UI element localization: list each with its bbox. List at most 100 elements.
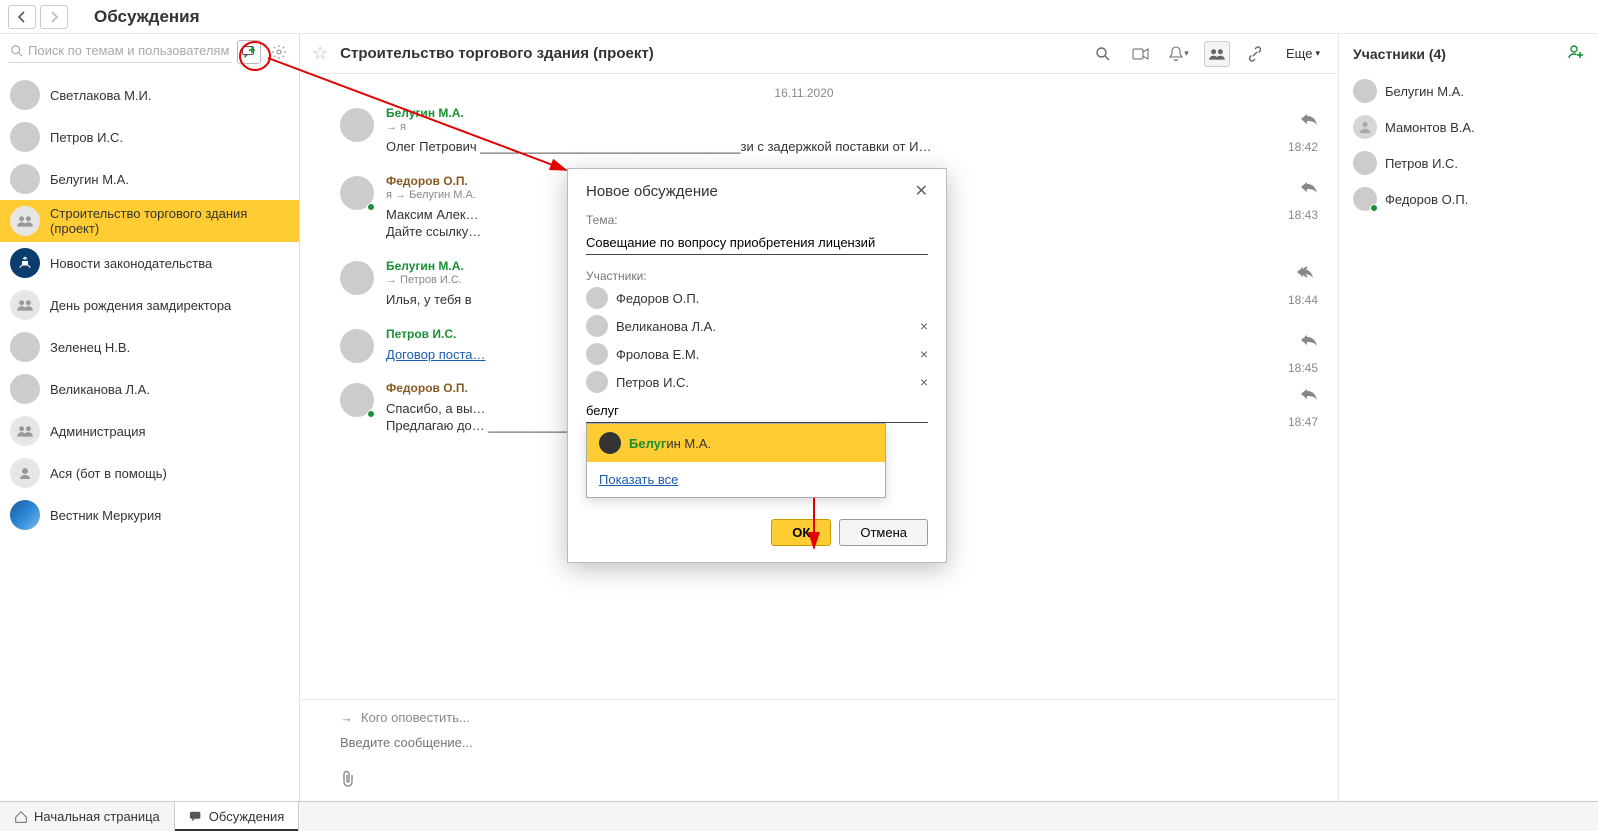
sidebar-item-label: Администрация [50, 424, 146, 439]
participant-label: Петров И.С. [1385, 156, 1458, 171]
sidebar-item-label: Вестник Меркурия [50, 508, 161, 523]
ok-button[interactable]: ОК [771, 519, 831, 546]
group-icon [10, 290, 40, 320]
reply-icon[interactable] [1300, 387, 1318, 404]
video-call-icon[interactable] [1128, 41, 1154, 67]
avatar [340, 176, 374, 210]
participant-label: Федоров О.П. [1385, 192, 1468, 207]
reply-icon[interactable] [1300, 180, 1318, 197]
sidebar-item-label: Новости законодательства [50, 256, 212, 271]
cancel-button[interactable]: Отмена [839, 519, 928, 546]
search-box[interactable] [8, 41, 231, 63]
topic-input[interactable] [586, 231, 928, 255]
sidebar-item-group[interactable]: Новости законодательства [0, 242, 299, 284]
participants-panel: Участники (4) Белугин М.А. Мамонтов В.А.… [1338, 34, 1598, 801]
participant-search-input[interactable] [586, 399, 928, 423]
avatar [10, 122, 40, 152]
settings-icon[interactable] [267, 40, 291, 64]
avatar [1353, 187, 1377, 211]
message-author: Белугин М.А. [386, 106, 1268, 120]
sidebar-item-globe[interactable]: Вестник Меркурия [0, 494, 299, 536]
show-all-link[interactable]: Показать все [587, 462, 885, 497]
sidebar-item-label: Белугин М.А. [50, 172, 129, 187]
sidebar-item-user[interactable]: Великанова Л.А. [0, 368, 299, 410]
compose-input[interactable] [340, 731, 1298, 770]
message-time: 18:47 [1288, 415, 1318, 429]
sidebar-item-label: Светлакова М.И. [50, 88, 152, 103]
avatar [1353, 151, 1377, 175]
participant-chip: Федоров О.П. [586, 287, 928, 309]
sidebar-item-group[interactable]: Администрация [0, 410, 299, 452]
tab-home[interactable]: Начальная страница [0, 802, 175, 831]
date-separator: 16.11.2020 [340, 74, 1268, 106]
sidebar-item-label: Ася (бот в помощь) [50, 466, 167, 481]
participant-label: Белугин М.А. [1385, 84, 1464, 99]
sidebar-item-user[interactable]: Зеленец Н.В. [0, 326, 299, 368]
participant-item[interactable]: Мамонтов В.А. [1353, 109, 1584, 145]
search-chat-icon[interactable] [1090, 41, 1116, 67]
highlight-prefix: Белуг [629, 436, 666, 451]
message-link[interactable]: Договор поста… [386, 347, 486, 362]
remove-chip-icon[interactable]: × [920, 374, 928, 390]
autocomplete-dropdown: Белугин М.А. Показать все [586, 423, 886, 498]
notify-placeholder: Кого оповестить... [361, 710, 470, 725]
participant-item[interactable]: Петров И.С. [1353, 145, 1584, 181]
sidebar-item-user[interactable]: Петров И.С. [0, 116, 299, 158]
bell-icon[interactable]: ▾ [1166, 41, 1192, 67]
remove-chip-icon[interactable]: × [920, 318, 928, 334]
participants-toggle-icon[interactable] [1204, 41, 1230, 67]
message-time: 18:42 [1288, 140, 1318, 154]
search-icon [10, 44, 24, 58]
sidebar-item-user[interactable]: Светлакова М.И. [0, 74, 299, 116]
avatar [10, 164, 40, 194]
participant-chip: Петров И.С. × [586, 371, 928, 393]
avatar-placeholder-icon [1353, 115, 1377, 139]
link-icon[interactable] [1242, 41, 1268, 67]
sidebar-item-group[interactable]: Строительство торгового здания (проект) [0, 200, 299, 242]
notify-row[interactable]: → Кого оповестить... [340, 710, 1298, 725]
sidebar-item-label: Петров И.С. [50, 130, 123, 145]
avatar [340, 383, 374, 417]
participant-item[interactable]: Белугин М.А. [1353, 73, 1584, 109]
add-participant-icon[interactable] [1568, 44, 1584, 63]
participant-item[interactable]: Федоров О.П. [1353, 181, 1584, 217]
avatar [10, 80, 40, 110]
sidebar-item-user[interactable]: Белугин М.А. [0, 158, 299, 200]
online-dot-icon [367, 203, 375, 211]
avatar [586, 287, 608, 309]
online-dot-icon [367, 410, 375, 418]
remove-chip-icon[interactable]: × [920, 346, 928, 362]
dropdown-item[interactable]: Белугин М.А. [587, 424, 885, 462]
search-input[interactable] [28, 43, 229, 58]
sidebar-item-group[interactable]: День рождения замдиректора [0, 284, 299, 326]
attach-icon[interactable] [340, 776, 356, 791]
reply-all-icon[interactable] [1296, 265, 1318, 282]
sidebar-item-label: День рождения замдиректора [50, 298, 231, 313]
avatar [340, 108, 374, 142]
sidebar-item-label: Зеленец Н.В. [50, 340, 130, 355]
bot-icon [10, 458, 40, 488]
chat-icon [189, 810, 203, 824]
avatar [586, 371, 608, 393]
back-button[interactable] [8, 5, 36, 29]
star-icon[interactable]: ☆ [312, 43, 328, 64]
participants-heading: Участники (4) [1353, 46, 1446, 62]
forward-button[interactable] [40, 5, 68, 29]
chip-label: Федоров О.П. [616, 291, 699, 306]
sidebar-item-group[interactable]: Ася (бот в помощь) [0, 452, 299, 494]
chip-label: Петров И.С. [616, 375, 689, 390]
chat-header: ☆ Строительство торгового здания (проект… [300, 34, 1338, 74]
new-discussion-button[interactable] [237, 40, 261, 64]
new-discussion-dialog: Новое обсуждение ✕ Тема: Участники: Федо… [567, 168, 947, 563]
reply-icon[interactable] [1300, 333, 1318, 350]
dialog-title: Новое обсуждение [586, 183, 718, 200]
sidebar: Светлакова М.И. Петров И.С. Белугин М.А.… [0, 34, 300, 801]
online-dot-icon [1370, 204, 1378, 212]
message-sub: → я [386, 121, 1268, 133]
tab-discussions[interactable]: Обсуждения [175, 802, 300, 831]
participant-chip: Фролова Е.М.× [586, 343, 928, 365]
close-icon[interactable]: ✕ [915, 181, 928, 201]
message-time: 18:45 [1288, 361, 1318, 375]
more-button[interactable]: Еще▾ [1280, 43, 1326, 64]
reply-icon[interactable] [1300, 112, 1318, 129]
